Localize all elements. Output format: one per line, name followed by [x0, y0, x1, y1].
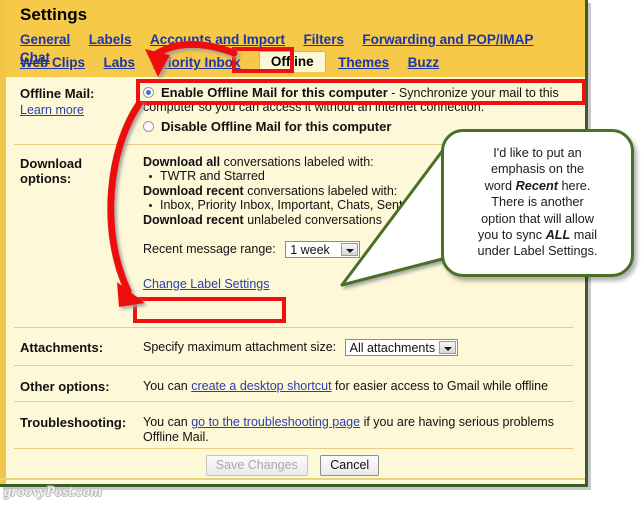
radio-disable-offline-mail[interactable]: [143, 121, 154, 132]
callout-line-6-pre: you to sync: [477, 228, 546, 243]
download-options-row-label-line1: Download: [20, 156, 83, 171]
offline-mail-learn-more-wrap: Learn more: [20, 101, 84, 119]
divider-after-attachments: [14, 365, 573, 366]
download-options-row-label-line2: options:: [20, 171, 72, 186]
learn-more-link[interactable]: Learn more: [20, 103, 84, 117]
callout-line-4: There is another: [491, 195, 584, 210]
tab-general[interactable]: General: [20, 32, 70, 47]
disable-offline-mail-label: Disable Offline Mail for this computer: [161, 119, 392, 134]
change-label-settings-row: Change Label Settings: [143, 277, 573, 291]
recent-message-range-label: Recent message range:: [143, 241, 276, 256]
settings-header: Settings General Labels Accounts and Imp…: [6, 0, 585, 77]
tab-web-clips[interactable]: Web Clips: [20, 55, 85, 70]
download-recent-bold: Download recent: [143, 184, 244, 198]
troubleshooting-row-label: Troubleshooting:: [20, 415, 127, 430]
other-options-body: You can create a desktop shortcut for ea…: [143, 379, 585, 393]
other-options-post: for easier access to Gmail while offline: [331, 379, 549, 393]
attachments-body: Specify maximum attachment size: All att…: [143, 339, 458, 356]
cancel-button[interactable]: Cancel: [320, 455, 380, 476]
callout-line-3-post: here.: [557, 178, 591, 193]
divider-after-download-options: [14, 327, 573, 328]
attachments-text: Specify maximum attachment size:: [143, 339, 337, 354]
annotation-redbox-change-label-settings: [133, 297, 286, 323]
recent-message-range-value: 1 week: [290, 243, 330, 257]
page-title: Settings: [20, 5, 88, 24]
tab-buzz[interactable]: Buzz: [408, 55, 440, 70]
attachments-row-label: Attachments:: [20, 340, 104, 355]
tab-themes[interactable]: Themes: [338, 55, 389, 70]
callout-line-1: I'd like to put an: [493, 146, 582, 160]
troubleshooting-page-link[interactable]: go to the troubleshooting page: [191, 415, 360, 429]
divider-before-buttons: [14, 448, 573, 449]
callout-emphasis-recent: Recent: [515, 178, 558, 193]
tab-priority-inbox[interactable]: Priority Inbox: [153, 55, 240, 70]
form-button-row: Save Changes Cancel: [0, 455, 585, 476]
other-options-pre: You can: [143, 379, 192, 393]
screenshot-root: Settings General Labels Accounts and Imp…: [0, 0, 644, 508]
callout-line-2: emphasis on the: [490, 162, 585, 177]
troubleshooting-pre: You can: [143, 415, 192, 429]
watermark: groovyPost.com: [4, 484, 102, 501]
troubleshooting-body: You can go to the troubleshooting page i…: [143, 415, 585, 444]
tab-accounts-and-import[interactable]: Accounts and Import: [150, 32, 285, 47]
recent-message-range-select[interactable]: 1 week: [285, 241, 361, 258]
tab-filters[interactable]: Filters: [303, 32, 344, 47]
callout-text: I'd like to put an emphasis on the word …: [444, 132, 631, 260]
tab-labs[interactable]: Labs: [103, 55, 135, 70]
window-bottom-edge: [0, 478, 585, 480]
download-recent-rest: conversations labeled with:: [243, 184, 398, 198]
chevron-down-icon[interactable]: [341, 243, 359, 256]
other-options-row-label: Other options:: [20, 379, 110, 394]
callout-line-7: under Label Settings.: [477, 244, 598, 259]
divider-after-other-options: [14, 401, 573, 402]
tab-forwarding-pop-imap[interactable]: Forwarding and POP/IMAP: [362, 32, 533, 47]
watermark-text: groovyPost.com: [4, 484, 102, 500]
download-unlabeled-rest: unlabeled conversations: [243, 213, 383, 227]
callout-emphasis-all: ALL: [545, 228, 571, 243]
offline-mail-row-label: Offline Mail:: [20, 86, 95, 101]
download-all-bold: Download all: [143, 155, 221, 169]
attachment-size-value: All attachments: [349, 341, 436, 355]
annotation-redbox-enable-offline-mail: [136, 79, 586, 105]
change-label-settings-link[interactable]: Change Label Settings: [143, 277, 269, 291]
create-desktop-shortcut-link[interactable]: create a desktop shortcut: [191, 379, 331, 393]
annotation-redbox-offline-tab: [232, 47, 294, 73]
tab-labels[interactable]: Labels: [89, 32, 132, 47]
download-unlabeled-bold: Download recent: [143, 213, 244, 227]
callout-line-5: option that will allow: [481, 211, 594, 226]
save-changes-button[interactable]: Save Changes: [205, 455, 308, 476]
download-all-rest: conversations labeled with:: [220, 155, 374, 169]
callout-line-6-post: mail: [570, 228, 598, 243]
callout-line-3-pre: word: [484, 178, 516, 193]
annotation-callout-bubble: I'd like to put an emphasis on the word …: [441, 129, 634, 277]
chevron-down-icon[interactable]: [438, 341, 456, 354]
troubleshooting-post: if you are having serious problems: [360, 415, 554, 429]
attachment-size-select[interactable]: All attachments: [344, 339, 458, 356]
troubleshooting-line2: Offline Mail.: [143, 430, 209, 444]
